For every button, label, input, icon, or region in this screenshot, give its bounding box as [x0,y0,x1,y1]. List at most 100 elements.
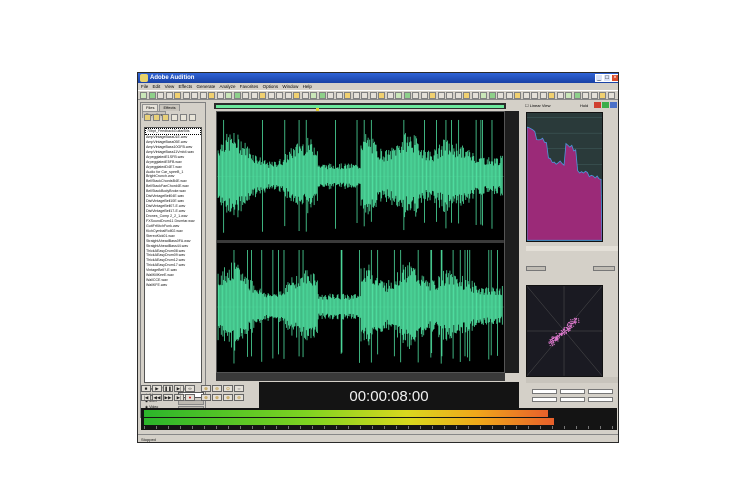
zoom-out-vertical-icon[interactable]: ⊖ [234,394,244,401]
toolbar-button[interactable] [599,92,606,99]
minimize-button[interactable]: _ [595,74,603,82]
menu-analyze[interactable]: Analyze [220,84,236,89]
menu-view[interactable]: View [165,84,175,89]
toolbar-button[interactable] [335,92,343,99]
view-begin-field[interactable] [532,397,557,402]
toolbar-button[interactable] [225,92,232,99]
toolbar-button[interactable] [276,92,283,99]
toolbar-button[interactable] [429,92,436,99]
phase-options-row[interactable] [526,377,618,383]
toolbar-button[interactable] [242,92,249,99]
pause-icon[interactable]: ❚❚ [163,385,173,392]
toolbar-button[interactable] [284,92,292,99]
zoom-in-horizontal-icon[interactable]: ⊕ [201,385,211,392]
close-button[interactable]: × [611,74,618,82]
file-list-item[interactable]: AmpVintageBass11Vmb4.wav [145,150,201,155]
toolbar-button[interactable] [361,92,368,99]
toolbar-button[interactable] [165,92,173,99]
toolbar-button[interactable] [531,92,538,99]
toolbar-button[interactable] [471,92,479,99]
maximize-button[interactable]: □ [603,74,611,82]
toolbar-button[interactable] [505,92,513,99]
toolbar-button[interactable] [454,92,462,99]
menu-file[interactable]: File [141,84,148,89]
toolbar-button[interactable] [522,92,530,99]
toolbar-button[interactable] [157,92,164,99]
end-time-field[interactable] [560,389,585,394]
play-preview-icon[interactable] [180,114,187,121]
tab-files[interactable]: Files [142,104,159,111]
insert-icon[interactable] [171,114,178,121]
toolbar-button[interactable] [301,92,309,99]
toolbar-button[interactable] [293,92,300,99]
toolbar-button[interactable] [140,92,147,99]
toolbar-button[interactable] [548,92,555,99]
toolbar-button[interactable] [148,92,156,99]
toolbar-button[interactable] [573,92,581,99]
rewind-icon[interactable]: ◀◀ [152,394,162,401]
toolbar-button[interactable] [327,92,334,99]
toolbar-button[interactable] [607,92,615,99]
zoom-out-full-icon[interactable]: ⊙ [223,385,233,392]
toolbar-button[interactable] [386,92,394,99]
toolbar-button[interactable] [539,92,547,99]
linear-view-checkbox[interactable]: ☐ Linear View [525,103,551,108]
view-length-field[interactable] [588,397,613,402]
file-list-item[interactable]: WallKFE.wav [145,283,201,288]
hold-color-blue-icon[interactable] [610,102,617,108]
toolbar-button[interactable] [403,92,411,99]
menu-options[interactable]: Options [263,84,279,89]
toolbar-button[interactable] [318,92,326,99]
toolbar-button[interactable] [182,92,190,99]
toolbar-button[interactable] [420,92,428,99]
toolbar-button[interactable] [514,92,521,99]
tab-effects[interactable]: Effects [159,104,180,111]
file-list[interactable]: 70bpt_FeedbackGuitarBits AmpVintageBass01… [144,127,202,383]
toolbar-button[interactable] [395,92,402,99]
toolbar-button[interactable] [590,92,598,99]
waveform-display[interactable] [216,111,505,373]
zoom-selection-icon[interactable]: ⇔ [234,385,244,392]
menu-favorites[interactable]: Favorites [240,84,259,89]
toolbar-button[interactable] [565,92,572,99]
toolbar-button[interactable] [497,92,504,99]
loop-preview-icon[interactable] [189,114,196,121]
toolbar-button[interactable] [480,92,487,99]
toolbar-button[interactable] [446,92,453,99]
toolbar-button[interactable] [437,92,445,99]
record-icon[interactable]: ● [185,394,195,401]
begin-time-field[interactable] [532,389,557,394]
scan-selection-button[interactable] [526,266,546,271]
zoom-in-vertical-icon[interactable]: ⊕ [223,394,233,401]
play-to-end-icon[interactable]: ▶| [174,385,184,392]
toolbar-button[interactable] [556,92,564,99]
go-to-start-icon[interactable]: |◀ [141,394,151,401]
toolbar-button[interactable] [216,92,224,99]
menu-help[interactable]: Help [303,84,312,89]
hold-color-red-icon[interactable] [594,102,601,108]
toolbar-button[interactable] [369,92,377,99]
toolbar-button[interactable] [344,92,351,99]
loop-icon[interactable]: ∞ [185,385,195,392]
toolbar-button[interactable] [199,92,207,99]
close-file-icon[interactable] [162,114,169,121]
menu-effects[interactable]: Effects [179,84,193,89]
menu-edit[interactable]: Edit [153,84,161,89]
toolbar-button[interactable] [463,92,470,99]
hold-color-green-icon[interactable] [602,102,609,108]
toolbar-button[interactable] [582,92,589,99]
toolbar-button[interactable] [250,92,258,99]
menu-generate[interactable]: Generate [196,84,215,89]
toolbar-button[interactable] [191,92,198,99]
overview-bar[interactable] [214,103,506,109]
toolbar-button[interactable] [174,92,181,99]
open-file-icon[interactable] [144,114,151,121]
stop-icon[interactable]: ■ [141,385,151,392]
file-list-item[interactable]: 70bpt_FeedbackGuitarBits [145,128,201,135]
toolbar-button[interactable] [352,92,360,99]
menu-window[interactable]: Window [282,84,298,89]
view-end-field[interactable] [560,397,585,402]
toolbar-button[interactable] [378,92,385,99]
toolbar-button[interactable] [208,92,215,99]
fast-forward-icon[interactable]: ▶▶ [163,394,173,401]
